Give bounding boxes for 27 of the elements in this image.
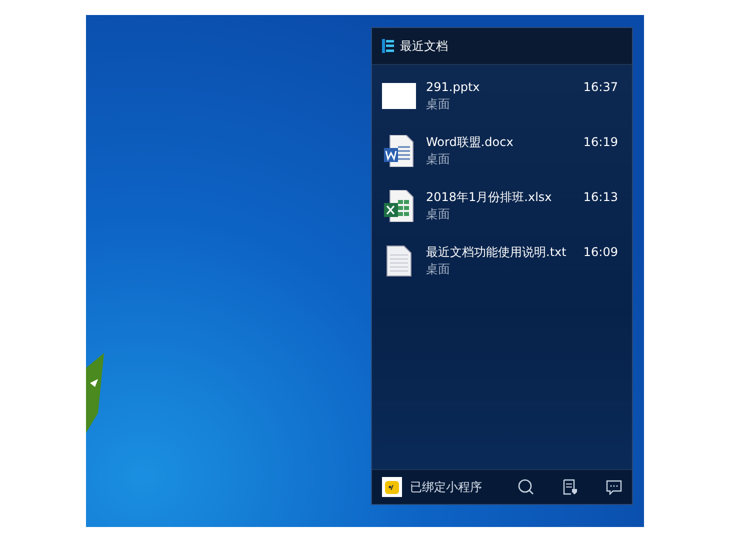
excel-file-icon bbox=[384, 190, 414, 222]
file-location: 桌面 bbox=[426, 261, 451, 278]
file-time: 16:19 bbox=[583, 134, 618, 151]
file-name: 最近文档功能使用说明.txt bbox=[426, 244, 566, 261]
file-item[interactable]: 291.pptx 桌面 16:37 bbox=[372, 75, 632, 130]
file-name: 2018年1月份排班.xlsx bbox=[426, 189, 552, 206]
document-shield-icon[interactable] bbox=[562, 479, 578, 495]
file-item[interactable]: 最近文档功能使用说明.txt 桌面 16:09 bbox=[372, 240, 632, 295]
document-logo-icon bbox=[382, 39, 394, 53]
message-icon[interactable] bbox=[606, 480, 622, 494]
panel-title: 最近文档 bbox=[400, 38, 448, 55]
file-location: 桌面 bbox=[426, 206, 451, 223]
file-name: Word联盟.docx bbox=[426, 134, 514, 151]
search-icon[interactable] bbox=[518, 479, 534, 495]
file-time: 16:37 bbox=[583, 79, 618, 96]
file-location: 桌面 bbox=[426, 96, 451, 113]
mini-program-avatar-icon[interactable] bbox=[382, 477, 402, 497]
file-time: 16:13 bbox=[583, 189, 618, 206]
file-item[interactable]: Word联盟.docx 桌面 16:19 bbox=[372, 130, 632, 185]
blank-thumbnail bbox=[382, 83, 416, 109]
word-file-icon bbox=[384, 135, 414, 167]
file-time: 16:09 bbox=[583, 244, 618, 261]
file-item[interactable]: 2018年1月份排班.xlsx 桌面 16:13 bbox=[372, 185, 632, 240]
bound-mini-program-label: 已绑定小程序 bbox=[410, 479, 482, 496]
file-name: 291.pptx bbox=[426, 79, 480, 96]
text-file-icon bbox=[386, 245, 412, 277]
file-location: 桌面 bbox=[426, 151, 451, 168]
